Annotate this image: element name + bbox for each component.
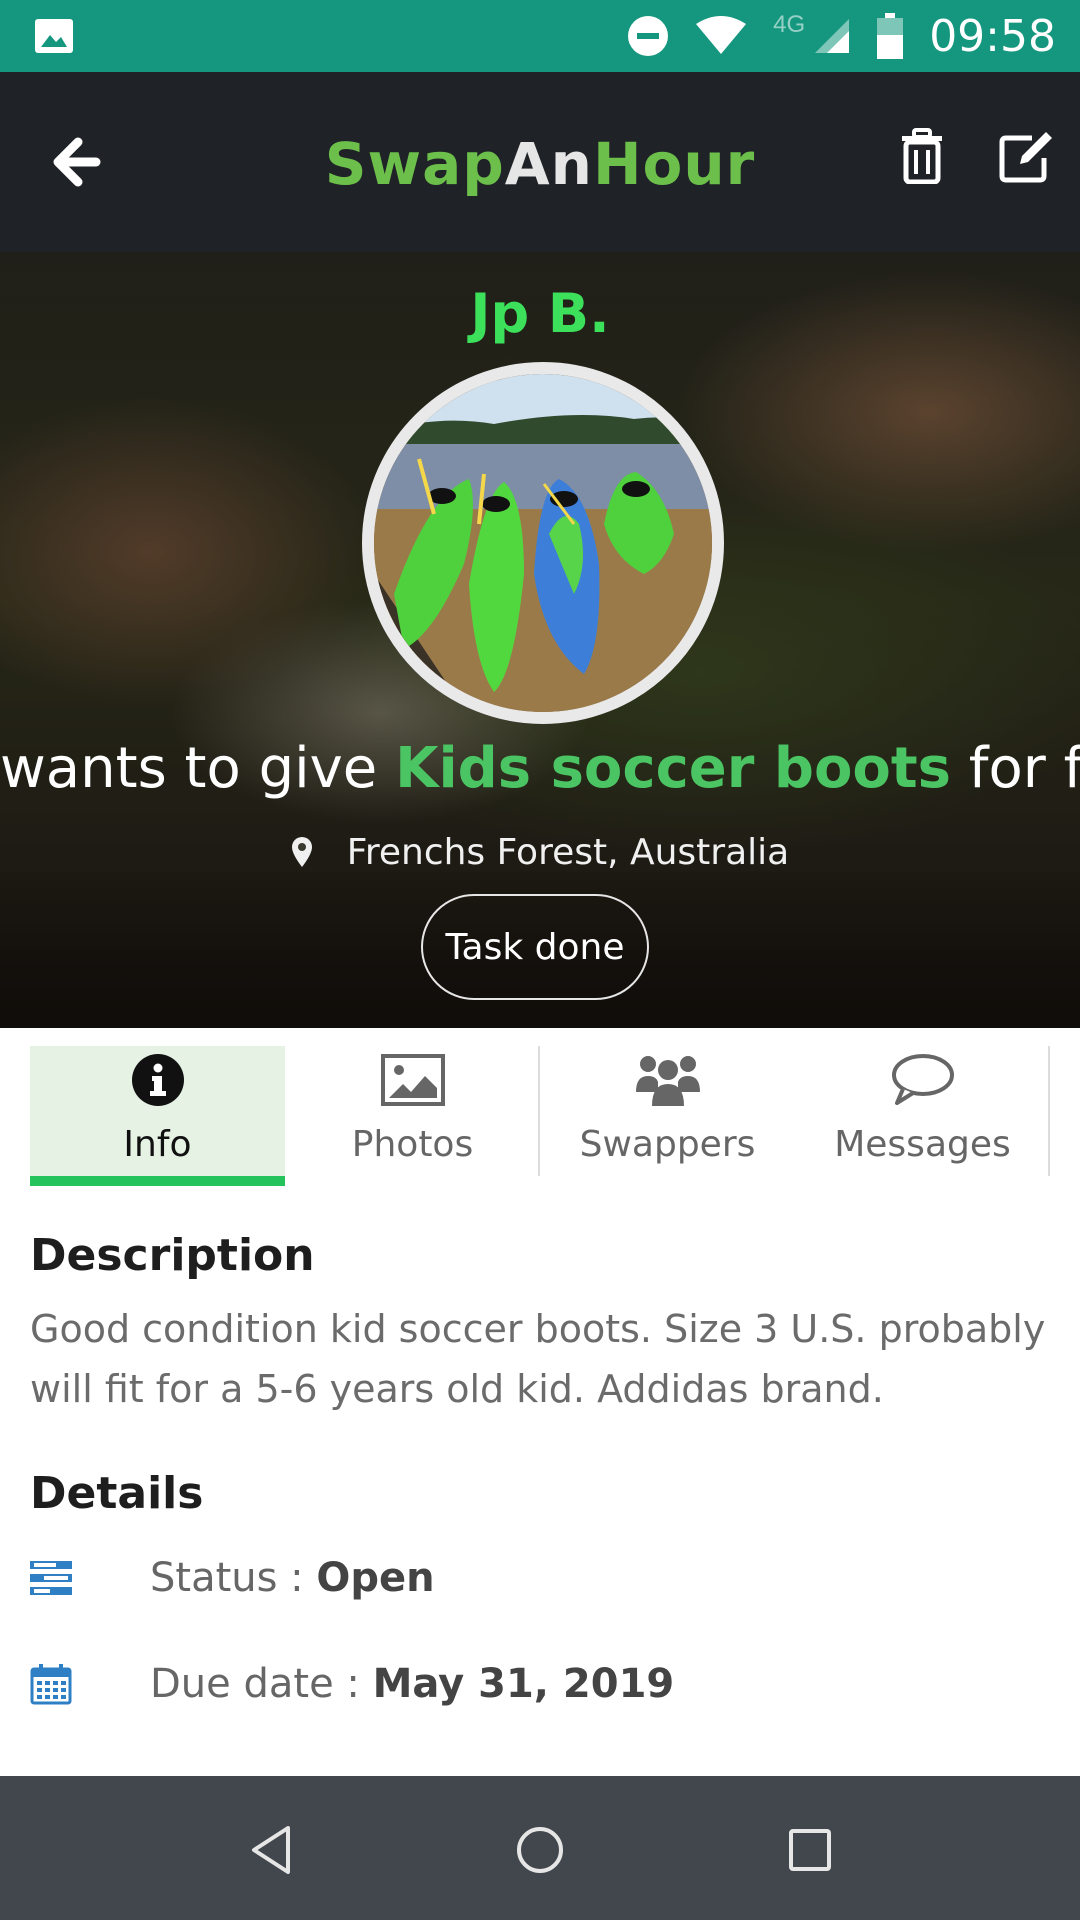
tab-bar: Info Photos Swappers Messages (30, 1046, 1050, 1186)
signal-icon (815, 19, 850, 53)
logo-swap: Swap (324, 130, 505, 198)
details-title: Details (30, 1468, 204, 1519)
battery-icon (877, 13, 904, 59)
due-date-row: Due date : May 31, 2019 (30, 1654, 1030, 1714)
task-done-button[interactable]: Task done (421, 894, 649, 1000)
tab-messages[interactable]: Messages (795, 1046, 1050, 1186)
image-icon (35, 19, 73, 53)
system-nav-bar (0, 1776, 1080, 1920)
calendar-icon (30, 1664, 72, 1705)
status-value: Open (316, 1555, 435, 1601)
offer-headline: wants to give Kids soccer boots for free (0, 736, 1080, 801)
avatar-image (374, 374, 712, 712)
nav-home-icon[interactable] (512, 1822, 568, 1878)
trash-icon[interactable] (898, 128, 946, 184)
tab-info-label: Info (123, 1124, 192, 1165)
wifi-icon (696, 16, 747, 54)
tab-swappers[interactable]: Swappers (540, 1046, 795, 1186)
nav-recents-icon[interactable] (782, 1822, 838, 1878)
photo-icon (380, 1054, 445, 1106)
tab-photos[interactable]: Photos (285, 1046, 540, 1186)
nav-back-icon[interactable] (244, 1822, 300, 1878)
clock: 09:58 (929, 10, 1056, 62)
location-text: Frenchs Forest, Australia (346, 832, 790, 873)
tab-photos-label: Photos (351, 1124, 474, 1165)
users-icon (635, 1056, 700, 1106)
tab-info[interactable]: Info (30, 1046, 285, 1186)
user-name[interactable]: Jp B. (0, 282, 1080, 345)
status-row: Status : Open (30, 1548, 1030, 1608)
network-type: 4G (773, 11, 806, 38)
edit-icon[interactable] (998, 128, 1056, 184)
description-section: Description Good condition kid soccer bo… (30, 1230, 1050, 1419)
logo-an: An (504, 130, 593, 198)
app-header: SwapAnHour (0, 72, 1080, 252)
headline-prefix: wants to give (0, 736, 396, 801)
headline-suffix: for free (968, 736, 1080, 801)
map-pin-icon (291, 837, 312, 867)
chat-bubble-icon (891, 1054, 954, 1105)
due-date-text: Due date : May 31, 2019 (150, 1661, 674, 1707)
avatar[interactable] (362, 362, 724, 724)
list-icon (30, 1561, 72, 1595)
tab-messages-label: Messages (834, 1124, 1011, 1165)
location: Frenchs Forest, Australia (0, 832, 1080, 873)
due-date-label: Due date : (150, 1661, 373, 1707)
description-text: Good condition kid soccer boots. Size 3 … (30, 1307, 1046, 1411)
do-not-disturb-icon (628, 16, 669, 56)
status-text: Status : Open (150, 1555, 435, 1601)
item-name: Kids soccer boots (395, 736, 951, 801)
status-label: Status : (150, 1555, 317, 1601)
info-icon (131, 1054, 184, 1106)
description-title: Description (30, 1230, 315, 1281)
tab-swappers-label: Swappers (579, 1124, 756, 1165)
logo-hour: Hour (592, 130, 756, 198)
status-bar: 4G 09:58 (0, 0, 1080, 72)
hero-banner: Jp B. wants to give Kids soccer boots fo… (0, 252, 1080, 1028)
due-date-value: May 31, 2019 (372, 1661, 675, 1707)
